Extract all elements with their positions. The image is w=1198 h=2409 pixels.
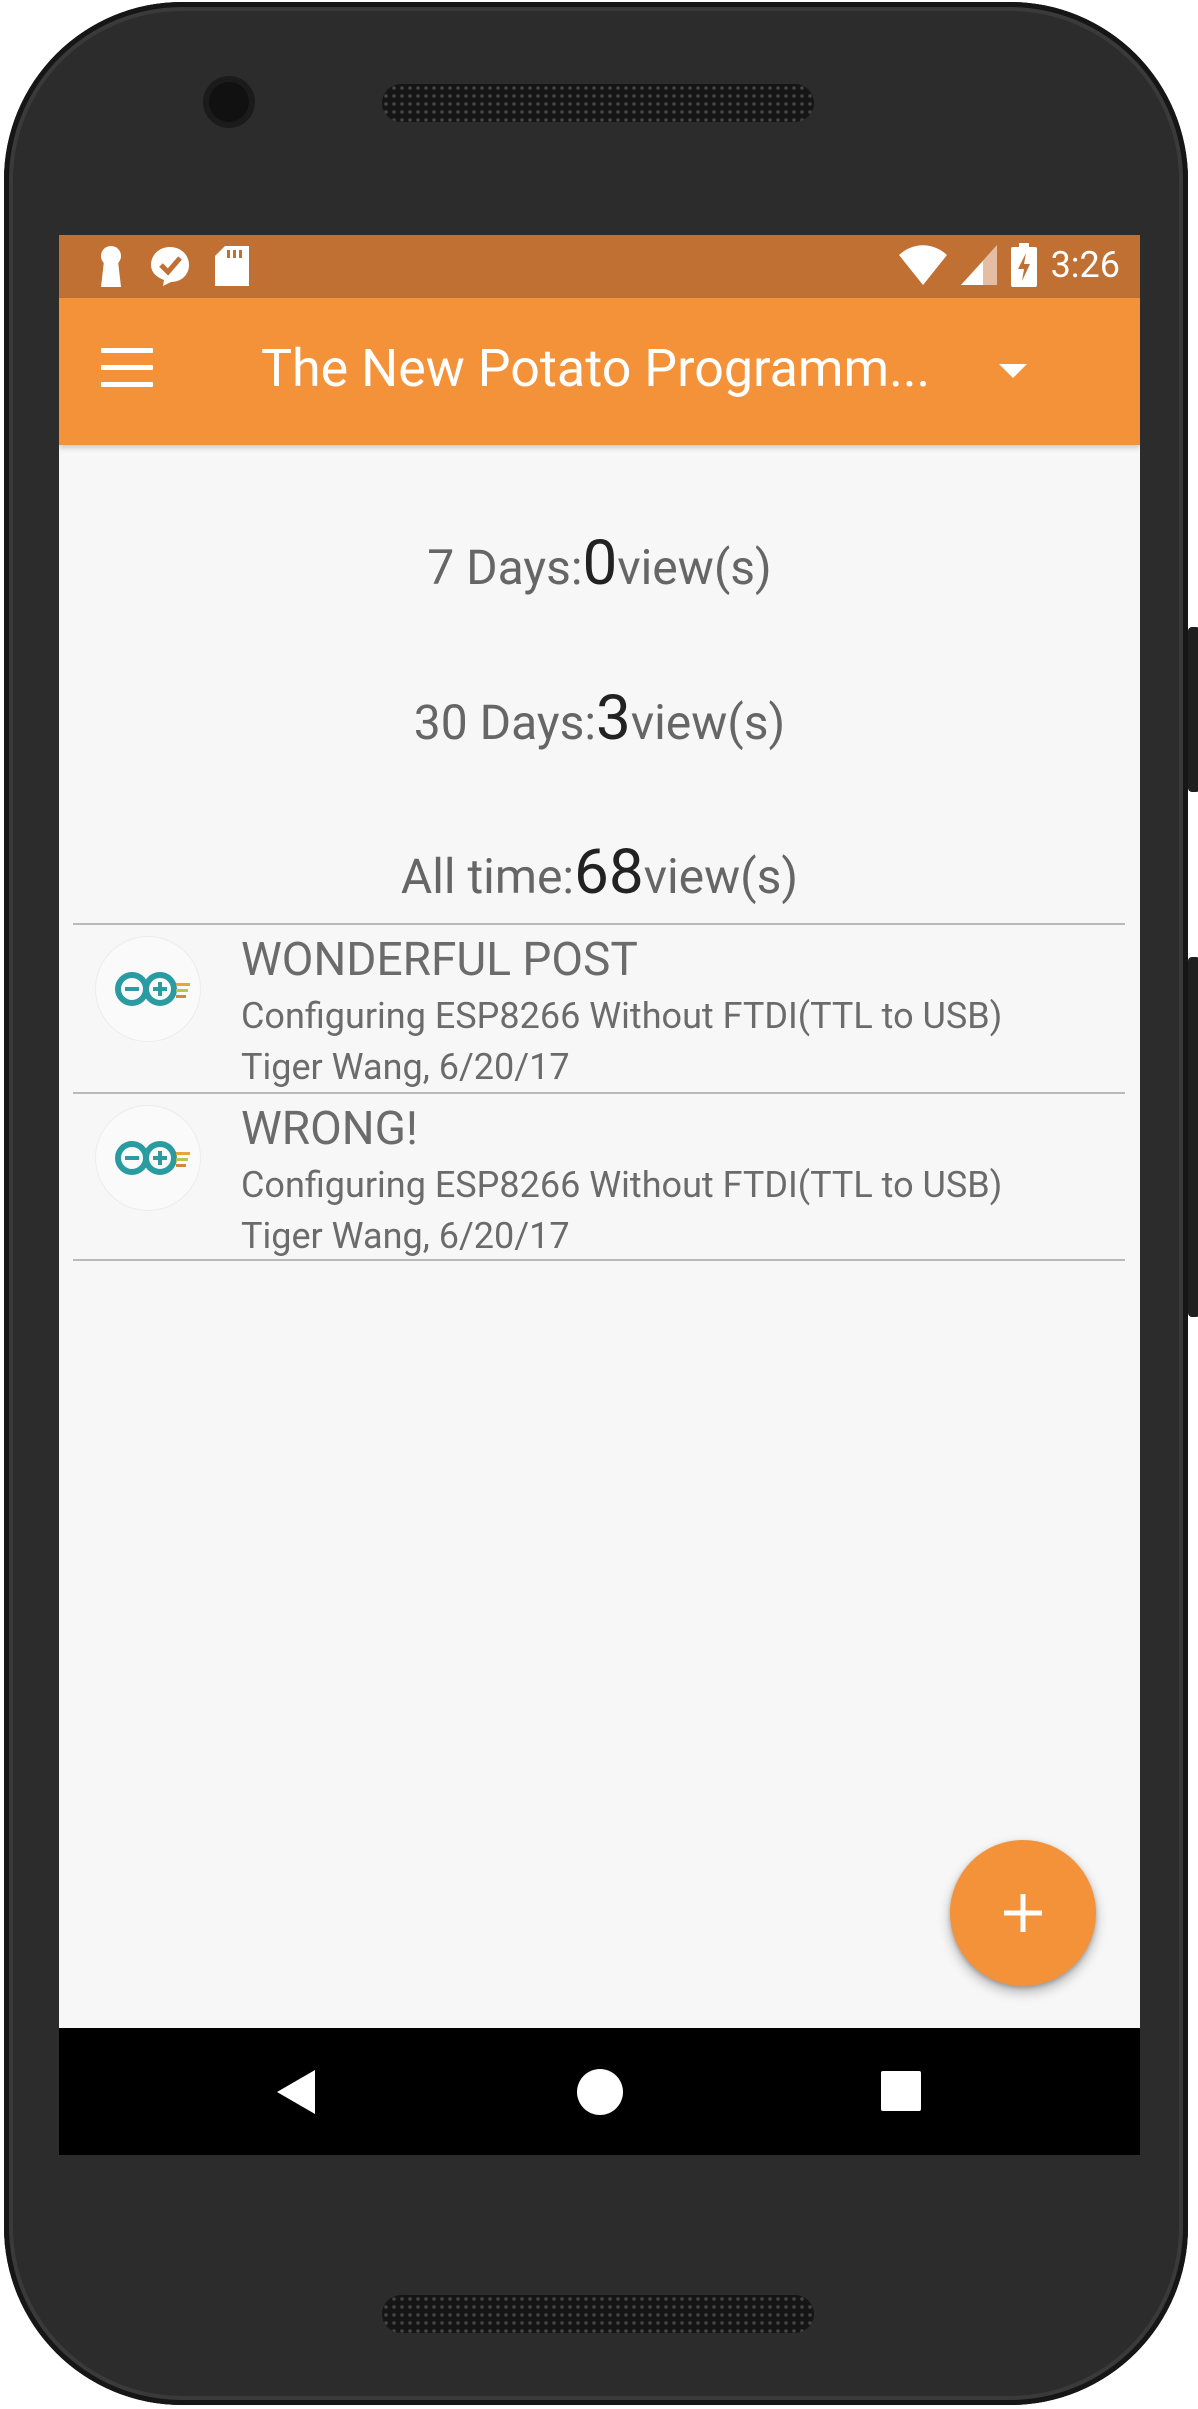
stat-30-days: 30 Days:3view(s): [59, 682, 1140, 755]
add-post-button[interactable]: [950, 1840, 1096, 1986]
post-title: WRONG!: [241, 1102, 418, 1156]
home-icon[interactable]: [577, 2069, 623, 2115]
post-description: Configuring ESP8266 Without FTDI(TTL to …: [241, 995, 1003, 1037]
post-meta: Tiger Wang, 6/20/17: [241, 1215, 570, 1257]
post-meta: Tiger Wang, 6/20/17: [241, 1046, 570, 1088]
app-title[interactable]: The New Potato Programm...: [261, 338, 941, 399]
phone-frame: 3:26 The New Potato Programm... 7 Days:0…: [4, 2, 1198, 2405]
stat-label: All time:: [400, 848, 575, 905]
recents-icon[interactable]: [881, 2071, 921, 2111]
signal-icon: [960, 245, 997, 285]
list-item[interactable]: WRONG! Configuring ESP8266 Without FTDI(…: [73, 1094, 1125, 1259]
post-description: Configuring ESP8266 Without FTDI(TTL to …: [241, 1164, 1003, 1206]
hamburger-menu-icon[interactable]: [101, 348, 153, 388]
list-item[interactable]: WONDERFUL POST Configuring ESP8266 Witho…: [73, 925, 1125, 1090]
status-bar: 3:26: [59, 235, 1140, 298]
stat-unit: view(s): [617, 539, 772, 596]
navigation-bar: [59, 2028, 1140, 2155]
stat-value: 0: [582, 527, 618, 600]
power-button: [1188, 957, 1198, 1317]
arduino-logo-icon: [96, 1106, 200, 1210]
wifi-icon: [898, 245, 947, 285]
dropdown-triangle-icon[interactable]: [999, 364, 1027, 378]
post-title: WONDERFUL POST: [241, 933, 638, 987]
stat-unit: view(s): [630, 694, 786, 751]
status-time: 3:26: [1050, 244, 1120, 286]
stat-label: 30 Days:: [413, 694, 596, 751]
stat-value: 3: [596, 682, 631, 755]
stat-7-days: 7 Days:0view(s): [59, 527, 1140, 600]
volume-button: [1188, 627, 1198, 792]
sd-card-icon: [215, 246, 249, 286]
battery-charging-icon: [1010, 243, 1037, 287]
front-camera: [209, 82, 249, 122]
keyhole-icon: [101, 246, 121, 287]
app-screen: 3:26 The New Potato Programm... 7 Days:0…: [59, 235, 1140, 2155]
bottom-speaker: [382, 2295, 814, 2333]
list-divider: [73, 1259, 1125, 1261]
stat-unit: view(s): [643, 848, 799, 905]
arduino-logo-icon: [96, 937, 200, 1041]
top-speaker: [382, 84, 814, 122]
stat-all-time: All time:68view(s): [59, 836, 1140, 909]
stat-label: 7 Days:: [427, 539, 583, 596]
back-icon[interactable]: [277, 2070, 315, 2114]
app-bar: The New Potato Programm...: [59, 298, 1140, 445]
check-badge-icon: [151, 247, 189, 286]
stat-value: 68: [574, 836, 644, 909]
